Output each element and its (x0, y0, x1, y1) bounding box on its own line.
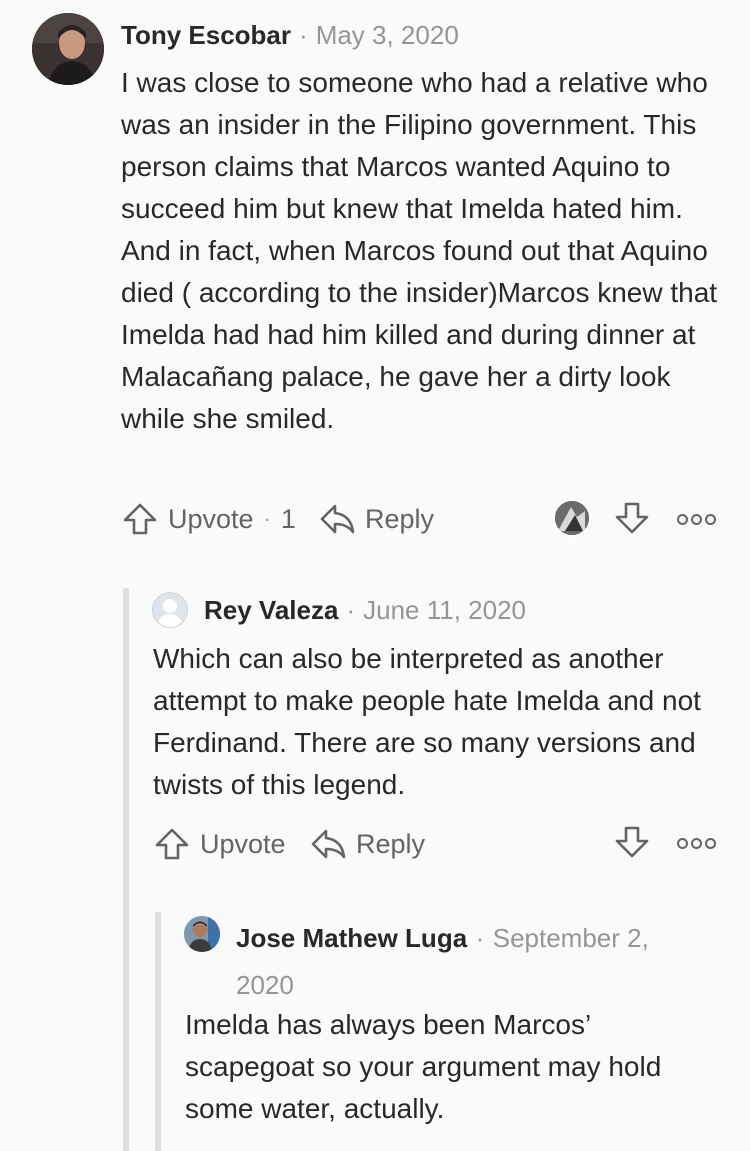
comment-date[interactable]: May 3, 2020 (316, 20, 459, 51)
author-name[interactable]: Jose Mathew Luga (236, 923, 467, 953)
comment-body: Which can also be interpreted as another… (153, 643, 701, 800)
author-name[interactable]: Rey Valeza (204, 595, 338, 626)
reply-button[interactable]: Reply (319, 500, 434, 538)
thread-line[interactable] (155, 912, 161, 1151)
comment-header: Tony Escobar · May 3, 2020 (121, 17, 459, 53)
upvote-icon (154, 827, 190, 861)
downvote-button[interactable] (614, 501, 650, 540)
separator: · (475, 923, 485, 953)
avatar-jose-mathew-luga[interactable] (184, 916, 220, 952)
downvote-icon (614, 826, 650, 863)
reply-label: Reply (356, 828, 426, 859)
more-icon-dot (705, 838, 716, 849)
comment-date-year[interactable]: 2020 (236, 970, 294, 1000)
reply-button[interactable]: Reply (310, 825, 425, 863)
reply-icon (319, 503, 355, 535)
downvote-icon (614, 502, 650, 539)
comment-header: Jose Mathew Luga · September 2, 2020 (236, 917, 686, 1011)
more-options-button[interactable] (677, 838, 716, 849)
more-options-button[interactable] (677, 514, 716, 525)
upvote-label: Upvote (168, 503, 254, 534)
reply-icon (310, 828, 346, 860)
upvote-separator: · (263, 506, 271, 531)
author-name[interactable]: Tony Escobar (121, 20, 291, 51)
upvote-icon (122, 502, 158, 536)
upvote-label: Upvote (200, 828, 286, 859)
upvoter-avatar[interactable] (553, 499, 591, 537)
separator: · (346, 594, 356, 625)
reply-label: Reply (365, 503, 435, 534)
upvote-button[interactable]: Upvote (154, 825, 286, 863)
more-icon-dot (691, 514, 702, 525)
more-icon (677, 514, 688, 525)
comment-header: Rey Valeza · June 11, 2020 (204, 593, 526, 627)
more-icon (677, 838, 688, 849)
upvote-button[interactable]: Upvote · 1 (122, 500, 296, 538)
upvote-count: 1 (280, 503, 296, 534)
comment-date[interactable]: September 2, (493, 923, 649, 953)
avatar-rey-valeza[interactable] (152, 592, 188, 628)
downvote-button[interactable] (614, 825, 650, 864)
comment-body: Imelda has always been Marcos’ scapegoat… (185, 1009, 662, 1124)
comment-body: I was close to someone who had a relativ… (121, 67, 718, 434)
more-icon-dot (691, 838, 702, 849)
thread-line[interactable] (123, 588, 129, 1151)
more-icon-dot (705, 514, 716, 525)
comment-date[interactable]: June 11, 2020 (363, 595, 526, 626)
avatar-tony-escobar[interactable] (32, 13, 104, 85)
separator: · (299, 19, 308, 50)
